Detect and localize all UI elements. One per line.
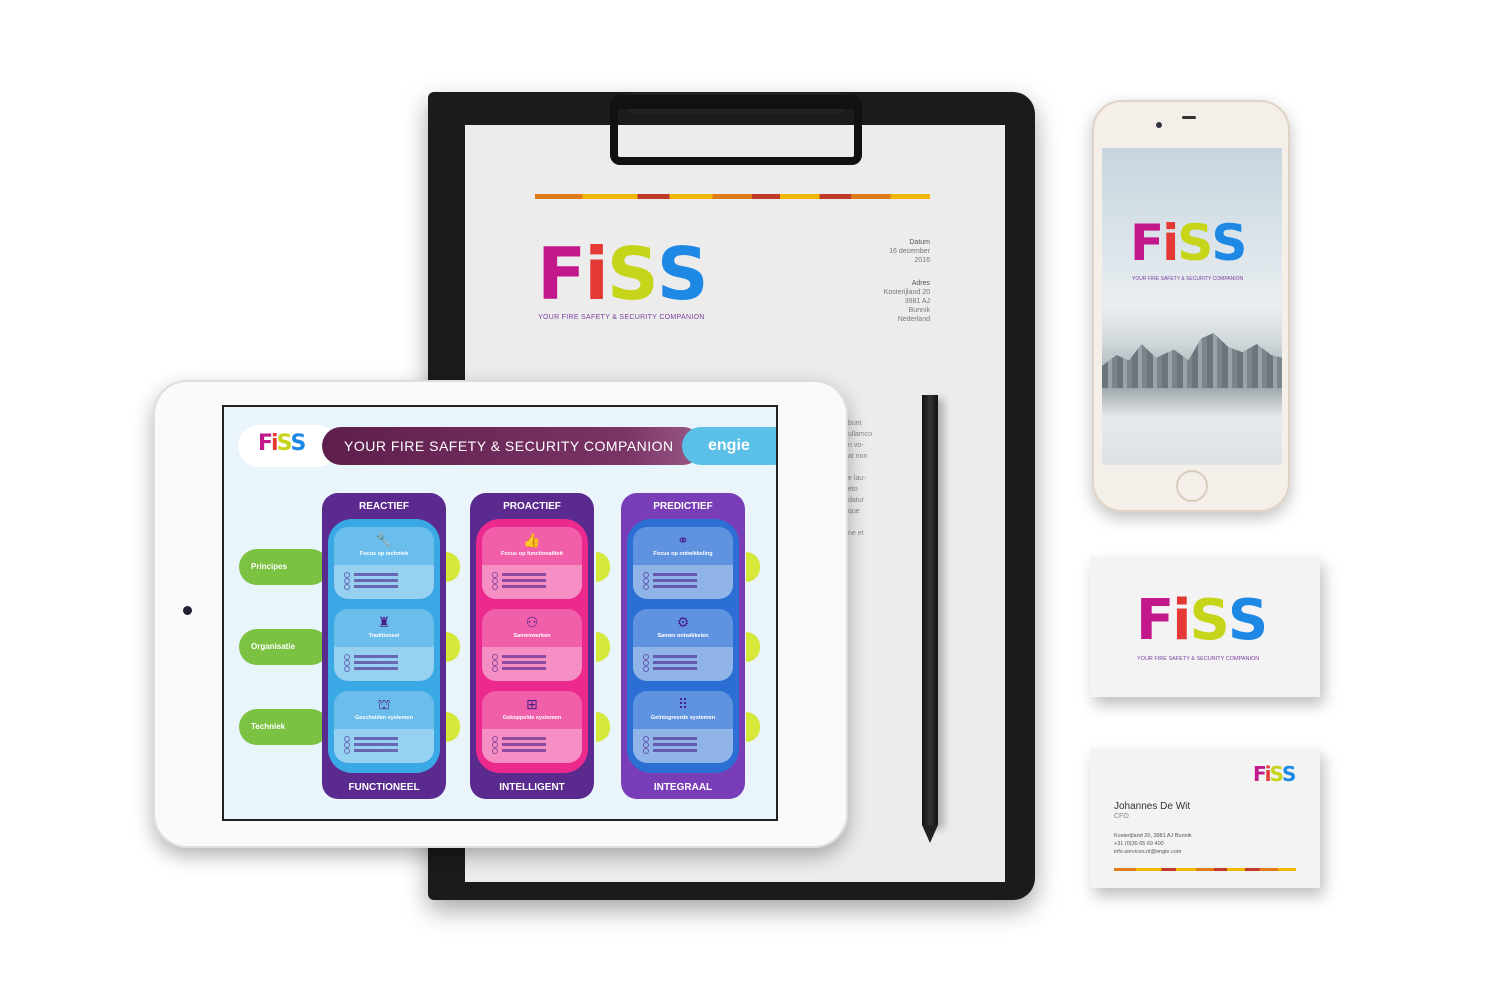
column-title: PREDICTIEF <box>653 501 713 512</box>
column-card: ⊞ Gekoppelde systemen <box>482 691 582 763</box>
row-label-organisatie: Organisatie <box>239 629 329 665</box>
card-email: info.services.nl@engie.com <box>1114 849 1182 855</box>
phone-camera <box>1156 122 1162 128</box>
connector-chevron <box>746 712 760 742</box>
address-line: 3981 AJ <box>904 298 930 305</box>
business-card-back: FiSS Johannes De Wit CFO Kosterijland 20… <box>1090 748 1320 888</box>
connector-chevron <box>596 712 610 742</box>
card-bullet-list <box>482 565 582 599</box>
connector-chevron <box>746 552 760 582</box>
card-bullet-list <box>633 647 733 681</box>
connector-chevron <box>446 712 460 742</box>
column-title: PROACTIEF <box>503 501 561 512</box>
card-phone: +31 (0)30 65 69 400 <box>1114 841 1164 847</box>
address-label: Adres <box>911 280 930 287</box>
address-line: Kosterijland 20 <box>883 289 930 296</box>
phone-speaker <box>1182 116 1196 119</box>
address-line: Nederland <box>897 316 930 323</box>
card-title: Focus op ontwikkeling <box>653 551 713 557</box>
column-inner: 🔧 Focus op techniek ♜ Traditioneel ⛫ Gescheid… <box>328 519 440 773</box>
phone-fiss-logo: FiSS <box>1130 214 1247 272</box>
card-title: Focus op functionaliteit <box>500 551 564 557</box>
network-icon: ⚙ <box>676 614 690 630</box>
connector-chevron <box>746 632 760 662</box>
tablet-header-title: YOUR FIRE SAFETY & SECURITY COMPANION <box>322 427 702 465</box>
letterhead-tagline: YOUR FIRE SAFETY & SECURITY COMPANION <box>538 314 705 321</box>
worker-icon: ♜ <box>377 614 391 630</box>
card-fiss-logo: FiSS <box>1136 588 1268 653</box>
blocks-icon: ⛫ <box>377 696 391 712</box>
address-line: Bunnik <box>908 307 930 314</box>
column-card: ♜ Traditioneel <box>334 609 434 681</box>
business-card-front: FiSS YOUR FIRE SAFETY & SECURITY COMPANI… <box>1090 557 1320 697</box>
column-reactief: REACTIEF 🔧 Focus op techniek ♜ Traditioneel ⛫… <box>322 493 446 799</box>
card-role: CFO <box>1114 813 1129 820</box>
row-label-principes: Principes <box>239 549 329 585</box>
card-title: Samen ontwikkelen <box>657 633 709 639</box>
hierarchy-icon: ⊞ <box>526 696 538 712</box>
column-title: REACTIEF <box>359 501 409 512</box>
card-bullet-list <box>482 729 582 763</box>
connector-chevron <box>596 632 610 662</box>
column-card: 🔧 Focus op techniek <box>334 527 434 599</box>
tablet-fiss-logo: FiSS <box>258 431 306 456</box>
column-footer: FUNCTIONEEL <box>348 782 420 793</box>
home-button[interactable] <box>1176 470 1208 502</box>
card-address: Kosterijland 20, 3981 AJ Bunnik <box>1114 833 1192 839</box>
column-card: ⚭ Focus op ontwikkeling <box>633 527 733 599</box>
card-bullet-list <box>633 729 733 763</box>
card-title: Gekoppelde systemen <box>502 715 562 721</box>
team-icon: ⚇ <box>525 614 539 630</box>
card-bullet-list <box>334 647 434 681</box>
column-proactief: PROACTIEF 👍 Focus op functionaliteit ⚇ Samen… <box>470 493 594 799</box>
column-predictief: PREDICTIEF ⚭ Focus op ontwikkeling ⚙ Samen o… <box>621 493 745 799</box>
column-inner: ⚭ Focus op ontwikkeling ⚙ Samen ontwikkelen… <box>627 519 739 773</box>
connector-chevron <box>446 632 460 662</box>
card-title: Geïntegreerde systemen <box>650 715 716 721</box>
thumbs-up-icon: 👍 <box>523 532 541 548</box>
card-bullet-list <box>482 647 582 681</box>
column-footer: INTEGRAAL <box>653 782 713 793</box>
tablet-camera <box>183 606 192 615</box>
column-footer: INTELLIGENT <box>499 782 565 793</box>
card-bullet-list <box>334 729 434 763</box>
card-title: Traditioneel <box>368 633 400 639</box>
clipboard-clip <box>610 95 862 165</box>
card-bullet-list <box>633 565 733 599</box>
row-label-techniek: Techniek <box>239 709 329 745</box>
grid-icon: ⠿ <box>677 696 689 712</box>
pencil <box>922 395 938 843</box>
card-name: Johannes De Wit <box>1114 801 1191 812</box>
tablet-screen: FiSS YOUR FIRE SAFETY & SECURITY COMPANI… <box>222 405 778 821</box>
city-skyline-image <box>1102 333 1282 388</box>
card-bullet-list <box>334 565 434 599</box>
binoculars-icon: ⚭ <box>677 532 689 548</box>
date-value: 16 december 2016 <box>889 248 930 264</box>
column-card: ⛫ Gescheiden systemen <box>334 691 434 763</box>
card-tagline: YOUR FIRE SAFETY & SECURITY COMPANION <box>1137 656 1260 662</box>
column-card: 👍 Focus op functionaliteit <box>482 527 582 599</box>
connector-chevron <box>446 552 460 582</box>
column-inner: 👍 Focus op functionaliteit ⚇ Samenwerken ⊞ Ge… <box>476 519 588 773</box>
card-stripe <box>1114 868 1296 871</box>
phone-screen: FiSS YOUR FIRE SAFETY & SECURITY COMPANI… <box>1102 148 1282 465</box>
date-label: Datum <box>909 239 930 246</box>
engie-logo: engie <box>682 427 776 465</box>
card-title: Focus op techniek <box>359 551 409 557</box>
column-card: ⚙ Samen ontwikkelen <box>633 609 733 681</box>
phone-tagline: YOUR FIRE SAFETY & SECURITY COMPANION <box>1132 276 1244 282</box>
card-title: Samenwerken <box>513 633 551 639</box>
wrench-icon: 🔧 <box>375 532 393 548</box>
card-title: Gescheiden systemen <box>354 715 414 721</box>
column-card: ⚇ Samenwerken <box>482 609 582 681</box>
letter-body-fragment: bunt ullamco n vo-at non e lau-eto datur que n… <box>848 420 873 537</box>
letterhead-fiss-logo: FiSS <box>537 232 709 316</box>
connector-chevron <box>596 552 610 582</box>
letterhead-stripe <box>535 194 930 199</box>
column-card: ⠿ Geïntegreerde systemen <box>633 691 733 763</box>
card-back-fiss-logo: FiSS <box>1253 762 1296 786</box>
